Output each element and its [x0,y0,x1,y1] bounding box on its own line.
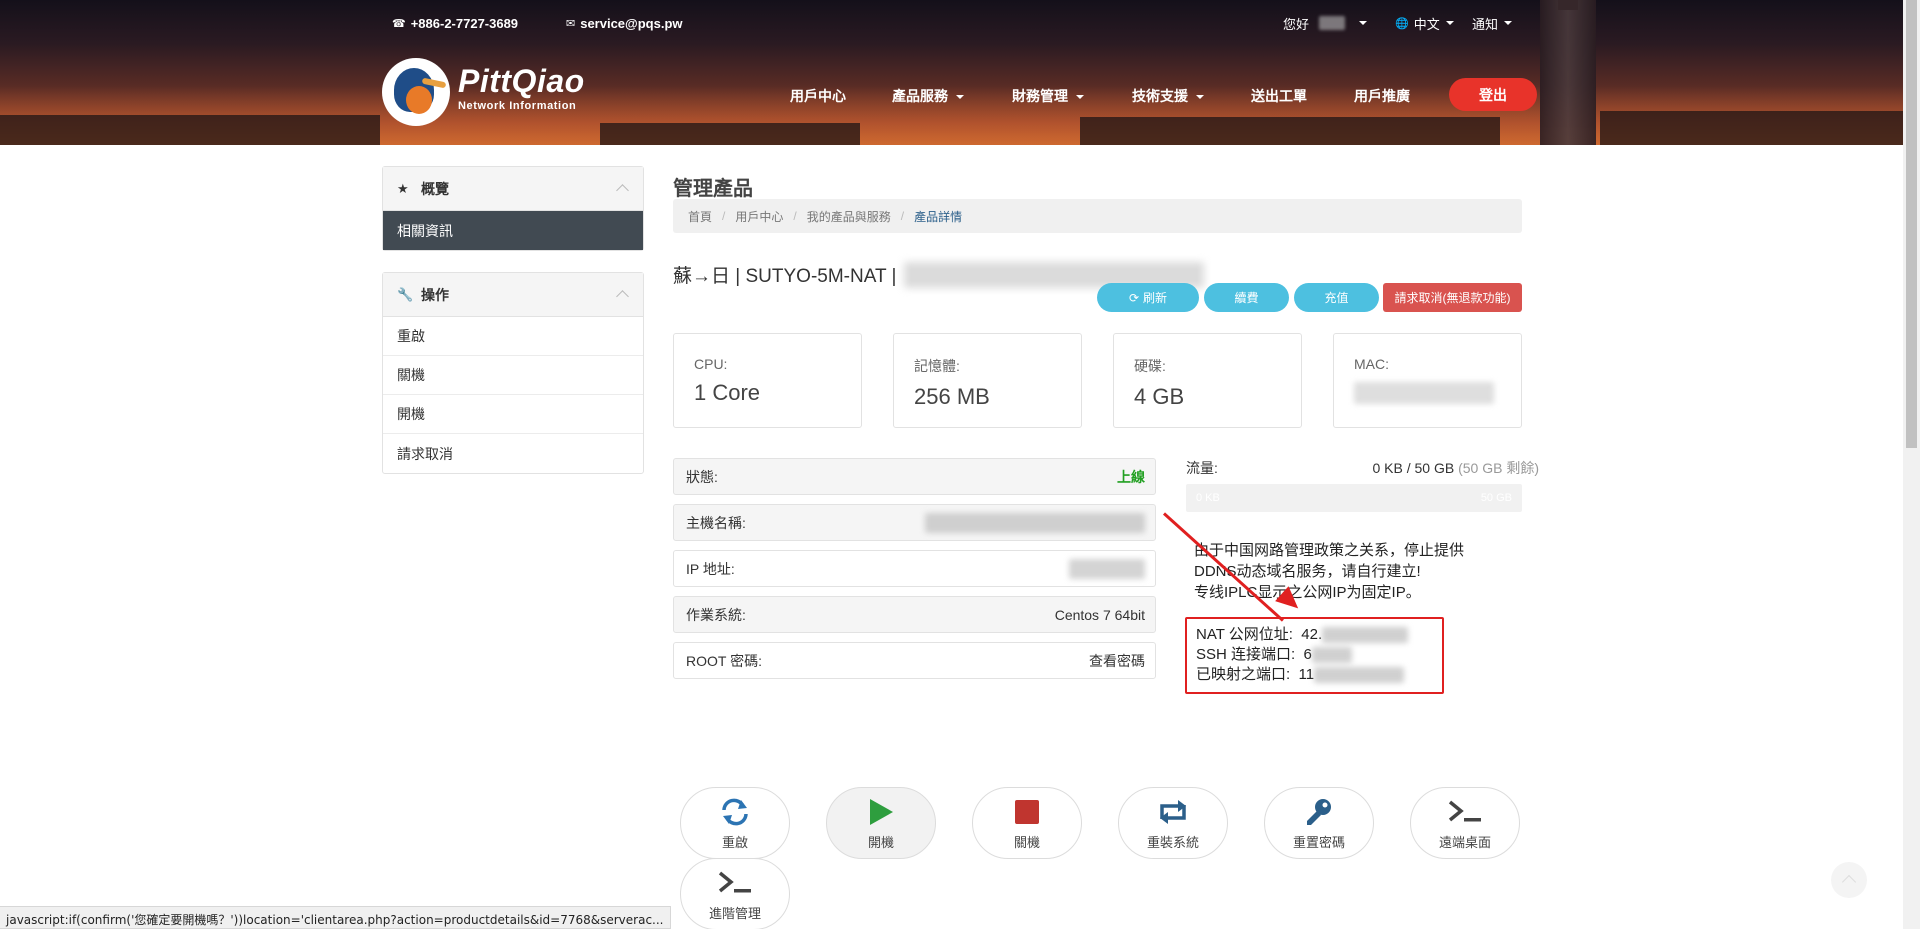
breadcrumb-current: 產品詳情 [914,209,963,224]
chevron-down-icon [1076,95,1084,100]
traffic-label: 流量: [1186,460,1218,476]
mapped-ports-row: 已映射之端口: 11 [1196,665,1442,685]
chevron-down-icon [1359,21,1368,25]
traffic-progress-bar: 0 KB 50 GB [1186,484,1522,512]
info-ip: IP 地址: [673,550,1156,587]
nav-client-area[interactable]: 用戶中心 [790,86,846,104]
contact-phone: ☎ +886-2-7727-3689 [392,15,519,31]
terminal-icon [1447,796,1483,828]
ssh-port-row: SSH 连接端口: 6 [1196,645,1442,665]
hostname-redacted [925,512,1145,533]
key-icon [1304,796,1334,828]
sidebar-overview-panel: ★ 概覽 相關資訊 [382,166,644,251]
topup-button[interactable]: 充值 [1294,283,1379,312]
brand-logo[interactable] [382,58,450,126]
nat-ip-redacted [1322,627,1409,644]
nav-open-ticket[interactable]: 送出工單 [1251,86,1307,104]
ip-redacted [1069,558,1145,579]
breadcrumb-my-services[interactable]: 我的產品與服務 [807,208,891,225]
action-reset-password-button[interactable]: 重置密碼 [1264,787,1374,859]
terminal-icon [717,867,753,899]
sidebar-item-shutdown[interactable]: 關機 [383,356,643,395]
contact-email: ✉ service@pqs.pw [566,15,683,31]
chevron-down-icon [956,95,964,100]
breadcrumb: 首頁 / 用戶中心 / 我的產品與服務 / 產品詳情 [673,199,1522,233]
ssh-port-redacted [1311,647,1352,664]
action-reinstall-button[interactable]: 重裝系統 [1118,787,1228,859]
page-title: 管理產品 [673,178,753,200]
mapped-ports-redacted [1314,667,1405,684]
refresh-button[interactable]: ⟳ 刷新 [1097,283,1199,312]
sidebar-item-related-info[interactable]: 相關資訊 [383,211,643,250]
play-icon [867,796,895,828]
network-policy-notice: 由于中国网路管理政策之关系，停止提供 DDNS动态域名服务，请自行建立! 专线I… [1194,542,1465,601]
username-redacted [1319,16,1346,30]
chevron-up-icon [616,290,629,303]
chevron-down-icon [1196,95,1204,100]
status-badge: 上線 [1117,468,1145,485]
brand-wordmark[interactable]: PittQiao Network Information [458,64,585,112]
nav-affiliates[interactable]: 用戶推廣 [1354,86,1410,104]
language-menu[interactable]: 🌐 中文 [1395,13,1454,33]
stat-mac: MAC: [1333,333,1522,428]
notifications-menu[interactable]: 通知 [1472,13,1513,33]
nav-support[interactable]: 技術支援 [1132,86,1204,104]
chevron-up-icon [616,184,629,197]
action-advanced-button[interactable]: 進階管理 [680,858,790,929]
nat-ip-row: NAT 公网位址: 42. [1196,625,1442,645]
retweet-icon [1156,796,1190,828]
sidebar-overview-header[interactable]: ★ 概覽 [383,167,643,211]
request-cancel-button[interactable]: 請求取消(無退款功能) [1383,283,1522,312]
wrench-icon: 🔧 [397,286,414,302]
action-boot-button[interactable]: 開機 [826,787,936,859]
info-root-password: ROOT 密碼: 查看密碼 [673,642,1156,679]
scrollbar-thumb[interactable] [1906,0,1917,448]
sidebar-actions-panel: 🔧 操作 重啟 關機 開機 請求取消 [382,272,644,474]
globe-icon: 🌐 [1395,17,1409,30]
refresh-icon [720,796,750,828]
breadcrumb-home[interactable]: 首頁 [688,208,712,225]
nav-billing[interactable]: 財務管理 [1012,86,1084,104]
info-hostname: 主機名稱: [673,504,1156,541]
stop-icon [1014,796,1040,828]
info-status: 狀態: 上線 [673,458,1156,495]
info-os: 作業系統: Centos 7 64bit [673,596,1156,633]
view-password-link[interactable]: 查看密碼 [1089,651,1145,671]
sidebar-item-reboot[interactable]: 重啟 [383,317,643,356]
sidebar-actions-header[interactable]: 🔧 操作 [383,273,643,317]
action-reboot-button[interactable]: 重啟 [680,787,790,859]
back-to-top-button[interactable] [1831,862,1867,898]
page-scrollbar[interactable] [1903,0,1920,929]
action-shutdown-button[interactable]: 關機 [972,787,1082,859]
nat-info-box: NAT 公网位址: 42. SSH 连接端口: 6 已映射之端口: 11 [1185,617,1444,694]
sidebar-item-boot[interactable]: 開機 [383,395,643,434]
stat-disk: 硬碟: 4 GB [1113,333,1302,428]
logout-button[interactable]: 登出 [1449,78,1537,111]
browser-status-bar: javascript:if(confirm('您確定要開機嗎？'))locati… [0,906,671,929]
action-remote-desktop-button[interactable]: 遠端桌面 [1410,787,1520,859]
star-icon: ★ [397,180,409,196]
stat-cpu: CPU: 1 Core [673,333,862,428]
chevron-down-icon [1445,21,1454,25]
nav-products[interactable]: 產品服務 [892,86,964,104]
stat-memory: 記憶體: 256 MB [893,333,1082,428]
phone-icon: ☎ [392,17,406,30]
renew-button[interactable]: 續費 [1204,283,1289,312]
traffic-value: 0 KB / 50 GB (50 GB 剩餘) [1372,460,1539,476]
sidebar-item-request-cancel[interactable]: 請求取消 [383,434,643,473]
user-menu[interactable]: 您好 [1283,13,1368,33]
envelope-icon: ✉ [566,17,576,30]
site-header: ☎ +886-2-7727-3689 ✉ service@pqs.pw 您好 🌐… [0,0,1903,145]
mac-redacted [1354,382,1494,404]
breadcrumb-client-area[interactable]: 用戶中心 [735,208,783,225]
refresh-icon: ⟳ [1128,290,1140,305]
chevron-down-icon [1504,21,1513,25]
